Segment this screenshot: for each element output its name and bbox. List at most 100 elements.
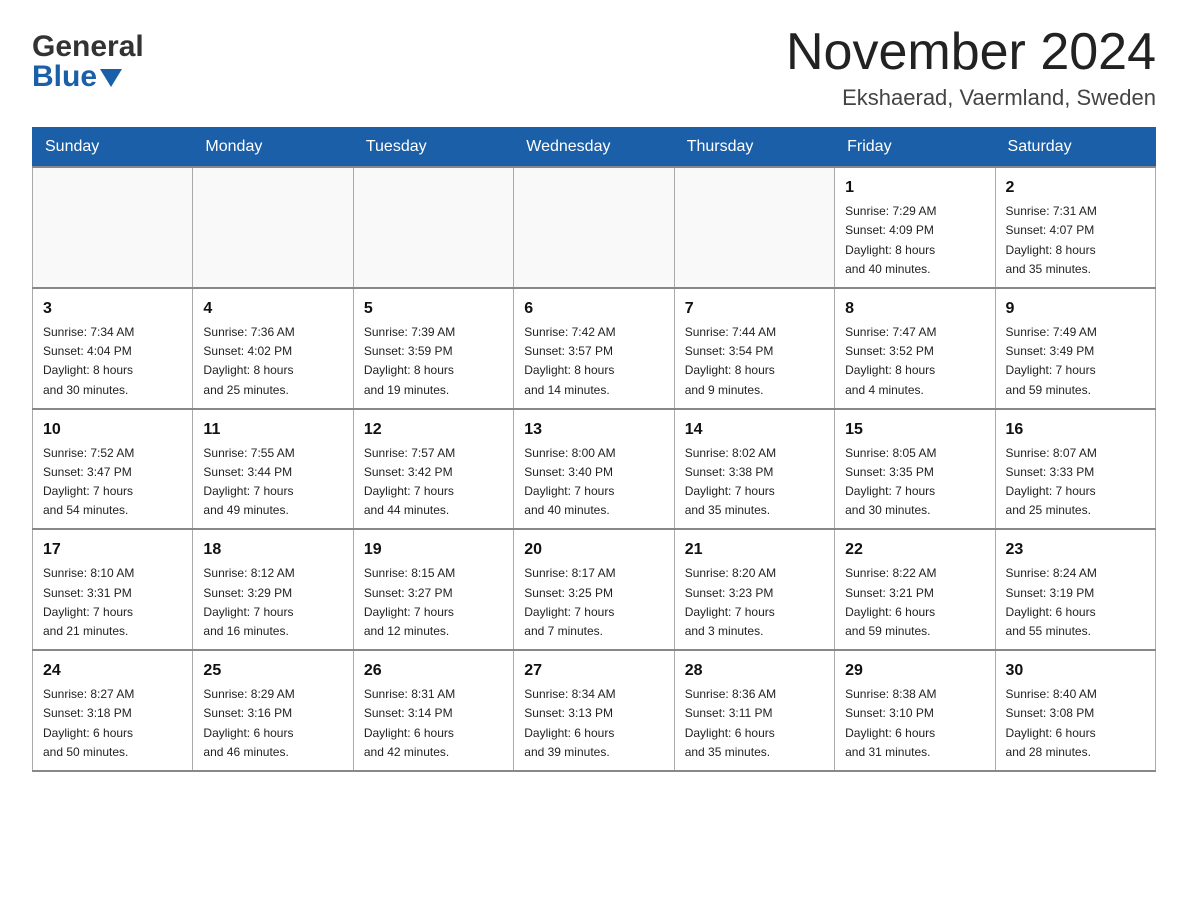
calendar-cell: 5Sunrise: 7:39 AM Sunset: 3:59 PM Daylig…: [353, 288, 513, 409]
calendar-cell: 25Sunrise: 8:29 AM Sunset: 3:16 PM Dayli…: [193, 650, 353, 771]
day-info: Sunrise: 8:29 AM Sunset: 3:16 PM Dayligh…: [203, 685, 342, 762]
day-number: 22: [845, 538, 984, 562]
calendar-cell: 23Sunrise: 8:24 AM Sunset: 3:19 PM Dayli…: [995, 529, 1155, 650]
day-number: 9: [1006, 297, 1145, 321]
weekday-header-sunday: Sunday: [33, 128, 193, 168]
day-number: 6: [524, 297, 663, 321]
day-number: 26: [364, 659, 503, 683]
day-number: 28: [685, 659, 824, 683]
day-info: Sunrise: 7:57 AM Sunset: 3:42 PM Dayligh…: [364, 444, 503, 521]
calendar: SundayMondayTuesdayWednesdayThursdayFrid…: [32, 127, 1156, 772]
day-number: 1: [845, 176, 984, 200]
calendar-cell: 17Sunrise: 8:10 AM Sunset: 3:31 PM Dayli…: [33, 529, 193, 650]
calendar-cell: 6Sunrise: 7:42 AM Sunset: 3:57 PM Daylig…: [514, 288, 674, 409]
calendar-cell: 4Sunrise: 7:36 AM Sunset: 4:02 PM Daylig…: [193, 288, 353, 409]
calendar-cell: 29Sunrise: 8:38 AM Sunset: 3:10 PM Dayli…: [835, 650, 995, 771]
day-number: 4: [203, 297, 342, 321]
day-info: Sunrise: 8:07 AM Sunset: 3:33 PM Dayligh…: [1006, 444, 1145, 521]
day-info: Sunrise: 7:47 AM Sunset: 3:52 PM Dayligh…: [845, 323, 984, 400]
calendar-cell: 13Sunrise: 8:00 AM Sunset: 3:40 PM Dayli…: [514, 409, 674, 530]
calendar-cell: [193, 167, 353, 288]
calendar-cell: [674, 167, 834, 288]
calendar-cell: 30Sunrise: 8:40 AM Sunset: 3:08 PM Dayli…: [995, 650, 1155, 771]
weekday-header-monday: Monday: [193, 128, 353, 168]
day-info: Sunrise: 8:36 AM Sunset: 3:11 PM Dayligh…: [685, 685, 824, 762]
weekday-header-row: SundayMondayTuesdayWednesdayThursdayFrid…: [33, 128, 1156, 168]
calendar-cell: [353, 167, 513, 288]
calendar-cell: 27Sunrise: 8:34 AM Sunset: 3:13 PM Dayli…: [514, 650, 674, 771]
day-info: Sunrise: 7:49 AM Sunset: 3:49 PM Dayligh…: [1006, 323, 1145, 400]
calendar-cell: 21Sunrise: 8:20 AM Sunset: 3:23 PM Dayli…: [674, 529, 834, 650]
day-info: Sunrise: 7:36 AM Sunset: 4:02 PM Dayligh…: [203, 323, 342, 400]
day-number: 29: [845, 659, 984, 683]
location-title: Ekshaerad, Vaermland, Sweden: [786, 85, 1156, 111]
day-number: 12: [364, 418, 503, 442]
calendar-cell: 28Sunrise: 8:36 AM Sunset: 3:11 PM Dayli…: [674, 650, 834, 771]
calendar-cell: [514, 167, 674, 288]
day-number: 5: [364, 297, 503, 321]
day-number: 30: [1006, 659, 1145, 683]
weekday-header-friday: Friday: [835, 128, 995, 168]
calendar-cell: 14Sunrise: 8:02 AM Sunset: 3:38 PM Dayli…: [674, 409, 834, 530]
day-number: 25: [203, 659, 342, 683]
calendar-cell: 3Sunrise: 7:34 AM Sunset: 4:04 PM Daylig…: [33, 288, 193, 409]
calendar-cell: 2Sunrise: 7:31 AM Sunset: 4:07 PM Daylig…: [995, 167, 1155, 288]
weekday-header-tuesday: Tuesday: [353, 128, 513, 168]
calendar-cell: 7Sunrise: 7:44 AM Sunset: 3:54 PM Daylig…: [674, 288, 834, 409]
calendar-week-row: 10Sunrise: 7:52 AM Sunset: 3:47 PM Dayli…: [33, 409, 1156, 530]
day-info: Sunrise: 7:34 AM Sunset: 4:04 PM Dayligh…: [43, 323, 182, 400]
day-number: 10: [43, 418, 182, 442]
logo: General Blue: [32, 24, 144, 92]
calendar-cell: 24Sunrise: 8:27 AM Sunset: 3:18 PM Dayli…: [33, 650, 193, 771]
calendar-week-row: 1Sunrise: 7:29 AM Sunset: 4:09 PM Daylig…: [33, 167, 1156, 288]
calendar-cell: 19Sunrise: 8:15 AM Sunset: 3:27 PM Dayli…: [353, 529, 513, 650]
day-number: 15: [845, 418, 984, 442]
calendar-cell: 10Sunrise: 7:52 AM Sunset: 3:47 PM Dayli…: [33, 409, 193, 530]
header: General Blue November 2024 Ekshaerad, Va…: [32, 24, 1156, 111]
day-info: Sunrise: 8:15 AM Sunset: 3:27 PM Dayligh…: [364, 564, 503, 641]
day-info: Sunrise: 8:12 AM Sunset: 3:29 PM Dayligh…: [203, 564, 342, 641]
day-info: Sunrise: 8:24 AM Sunset: 3:19 PM Dayligh…: [1006, 564, 1145, 641]
weekday-header-thursday: Thursday: [674, 128, 834, 168]
weekday-header-wednesday: Wednesday: [514, 128, 674, 168]
day-info: Sunrise: 8:31 AM Sunset: 3:14 PM Dayligh…: [364, 685, 503, 762]
day-number: 21: [685, 538, 824, 562]
calendar-cell: 22Sunrise: 8:22 AM Sunset: 3:21 PM Dayli…: [835, 529, 995, 650]
day-number: 2: [1006, 176, 1145, 200]
calendar-cell: 20Sunrise: 8:17 AM Sunset: 3:25 PM Dayli…: [514, 529, 674, 650]
calendar-cell: 15Sunrise: 8:05 AM Sunset: 3:35 PM Dayli…: [835, 409, 995, 530]
day-info: Sunrise: 8:17 AM Sunset: 3:25 PM Dayligh…: [524, 564, 663, 641]
weekday-header-saturday: Saturday: [995, 128, 1155, 168]
day-info: Sunrise: 8:05 AM Sunset: 3:35 PM Dayligh…: [845, 444, 984, 521]
day-number: 18: [203, 538, 342, 562]
day-number: 11: [203, 418, 342, 442]
day-number: 17: [43, 538, 182, 562]
day-info: Sunrise: 8:40 AM Sunset: 3:08 PM Dayligh…: [1006, 685, 1145, 762]
day-info: Sunrise: 8:20 AM Sunset: 3:23 PM Dayligh…: [685, 564, 824, 641]
day-number: 27: [524, 659, 663, 683]
day-info: Sunrise: 8:10 AM Sunset: 3:31 PM Dayligh…: [43, 564, 182, 641]
logo-general: General: [32, 32, 144, 62]
day-info: Sunrise: 8:38 AM Sunset: 3:10 PM Dayligh…: [845, 685, 984, 762]
calendar-week-row: 17Sunrise: 8:10 AM Sunset: 3:31 PM Dayli…: [33, 529, 1156, 650]
day-info: Sunrise: 7:42 AM Sunset: 3:57 PM Dayligh…: [524, 323, 663, 400]
day-number: 7: [685, 297, 824, 321]
day-info: Sunrise: 7:55 AM Sunset: 3:44 PM Dayligh…: [203, 444, 342, 521]
day-info: Sunrise: 7:39 AM Sunset: 3:59 PM Dayligh…: [364, 323, 503, 400]
calendar-week-row: 3Sunrise: 7:34 AM Sunset: 4:04 PM Daylig…: [33, 288, 1156, 409]
calendar-week-row: 24Sunrise: 8:27 AM Sunset: 3:18 PM Dayli…: [33, 650, 1156, 771]
day-number: 19: [364, 538, 503, 562]
day-info: Sunrise: 8:27 AM Sunset: 3:18 PM Dayligh…: [43, 685, 182, 762]
day-info: Sunrise: 8:22 AM Sunset: 3:21 PM Dayligh…: [845, 564, 984, 641]
day-number: 8: [845, 297, 984, 321]
calendar-cell: 16Sunrise: 8:07 AM Sunset: 3:33 PM Dayli…: [995, 409, 1155, 530]
calendar-cell: 1Sunrise: 7:29 AM Sunset: 4:09 PM Daylig…: [835, 167, 995, 288]
day-info: Sunrise: 8:02 AM Sunset: 3:38 PM Dayligh…: [685, 444, 824, 521]
day-info: Sunrise: 7:44 AM Sunset: 3:54 PM Dayligh…: [685, 323, 824, 400]
day-info: Sunrise: 8:00 AM Sunset: 3:40 PM Dayligh…: [524, 444, 663, 521]
title-area: November 2024 Ekshaerad, Vaermland, Swed…: [786, 24, 1156, 111]
day-number: 14: [685, 418, 824, 442]
logo-triangle-icon: [100, 69, 122, 91]
day-number: 3: [43, 297, 182, 321]
day-info: Sunrise: 7:52 AM Sunset: 3:47 PM Dayligh…: [43, 444, 182, 521]
